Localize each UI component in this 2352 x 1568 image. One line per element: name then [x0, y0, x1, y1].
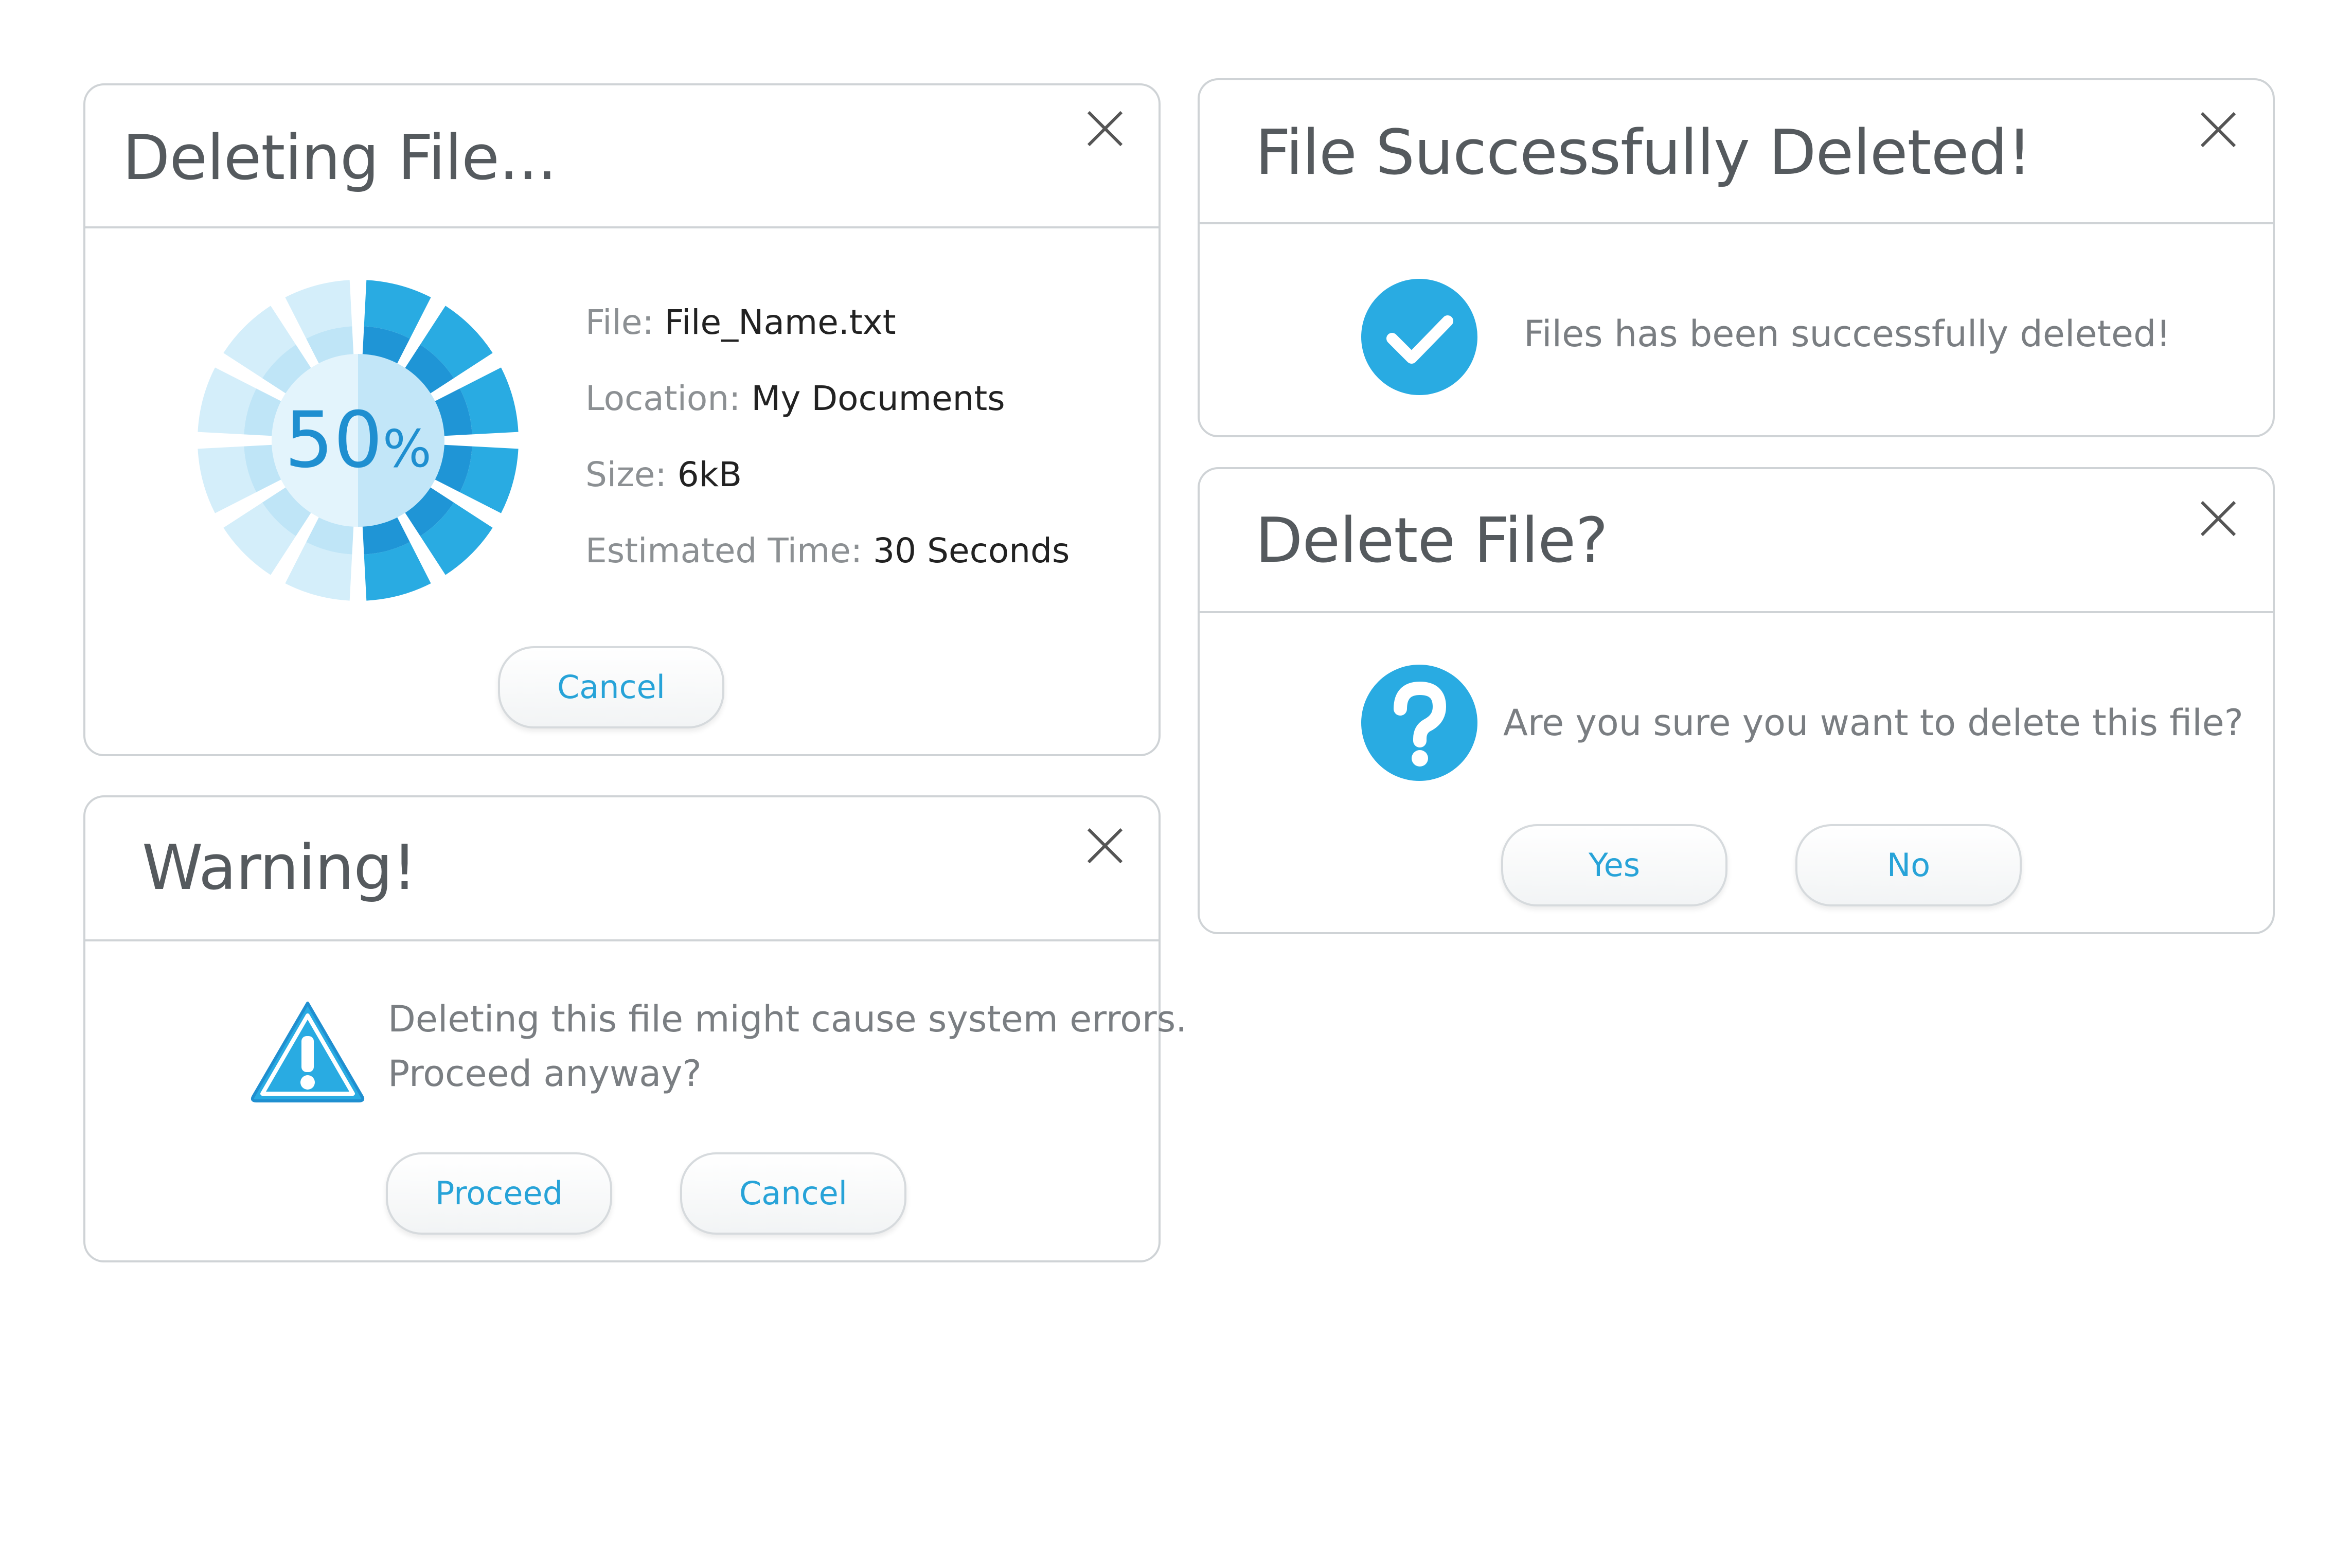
yes-button[interactable]: Yes: [1501, 824, 1727, 906]
confirm-message: Are you sure you want to delete this fil…: [1503, 702, 2243, 744]
dialog-title: Delete File?: [1255, 505, 1608, 577]
dialog-header: File Successfully Deleted!: [1200, 80, 2273, 224]
success-message: Files has been successfully deleted!: [1524, 313, 2171, 355]
success-dialog: File Successfully Deleted! Files has bee…: [1198, 78, 2275, 437]
time-value: 30 Seconds: [873, 531, 1070, 571]
estimated-time-row: Estimated Time: 30 Seconds: [585, 531, 1070, 571]
question-icon: [1360, 664, 1478, 782]
dialog-title: Warning!: [142, 832, 417, 904]
dialog-header: Deleting File...: [85, 85, 1159, 228]
file-label: File:: [585, 302, 654, 342]
warning-message-line2: Proceed anyway?: [388, 1053, 702, 1095]
checkmark-icon: [1360, 278, 1478, 396]
file-name-row: File: File_Name.txt: [585, 302, 896, 342]
proceed-button[interactable]: Proceed: [386, 1152, 612, 1235]
cancel-button[interactable]: Cancel: [498, 646, 724, 728]
warning-message-line1: Deleting this file might cause system er…: [388, 998, 1187, 1040]
close-icon[interactable]: [2198, 109, 2239, 150]
close-icon[interactable]: [2198, 498, 2239, 539]
time-label: Estimated Time:: [585, 531, 863, 571]
location-value: My Documents: [751, 379, 1005, 418]
no-button[interactable]: No: [1795, 824, 2022, 906]
progress-percent-sign: %: [382, 419, 432, 479]
size-value: 6kB: [677, 455, 742, 494]
close-icon[interactable]: [1084, 825, 1126, 866]
warning-icon: [248, 998, 367, 1104]
delete-confirm-dialog: Delete File? Are you sure you want to de…: [1198, 467, 2275, 934]
dialog-title: Deleting File...: [122, 122, 557, 194]
dialog-header: Delete File?: [1200, 469, 2273, 613]
dialog-header: Warning!: [85, 797, 1159, 941]
file-value: File_Name.txt: [664, 302, 896, 342]
progress-percent: 50%: [198, 280, 519, 601]
close-icon[interactable]: [1084, 108, 1126, 149]
location-label: Location:: [585, 379, 741, 418]
progress-ring: 50%: [198, 280, 519, 601]
warning-dialog: Warning! Deleting this file might cause …: [83, 795, 1187, 1262]
dialog-title: File Successfully Deleted!: [1255, 117, 2032, 189]
deleting-file-dialog: Deleting File... 50% File: File_Name.txt…: [83, 83, 1161, 756]
cancel-button[interactable]: Cancel: [680, 1152, 906, 1235]
location-row: Location: My Documents: [585, 379, 1005, 418]
progress-percent-value: 50: [284, 396, 383, 485]
size-label: Size:: [585, 455, 667, 494]
size-row: Size: 6kB: [585, 455, 742, 494]
